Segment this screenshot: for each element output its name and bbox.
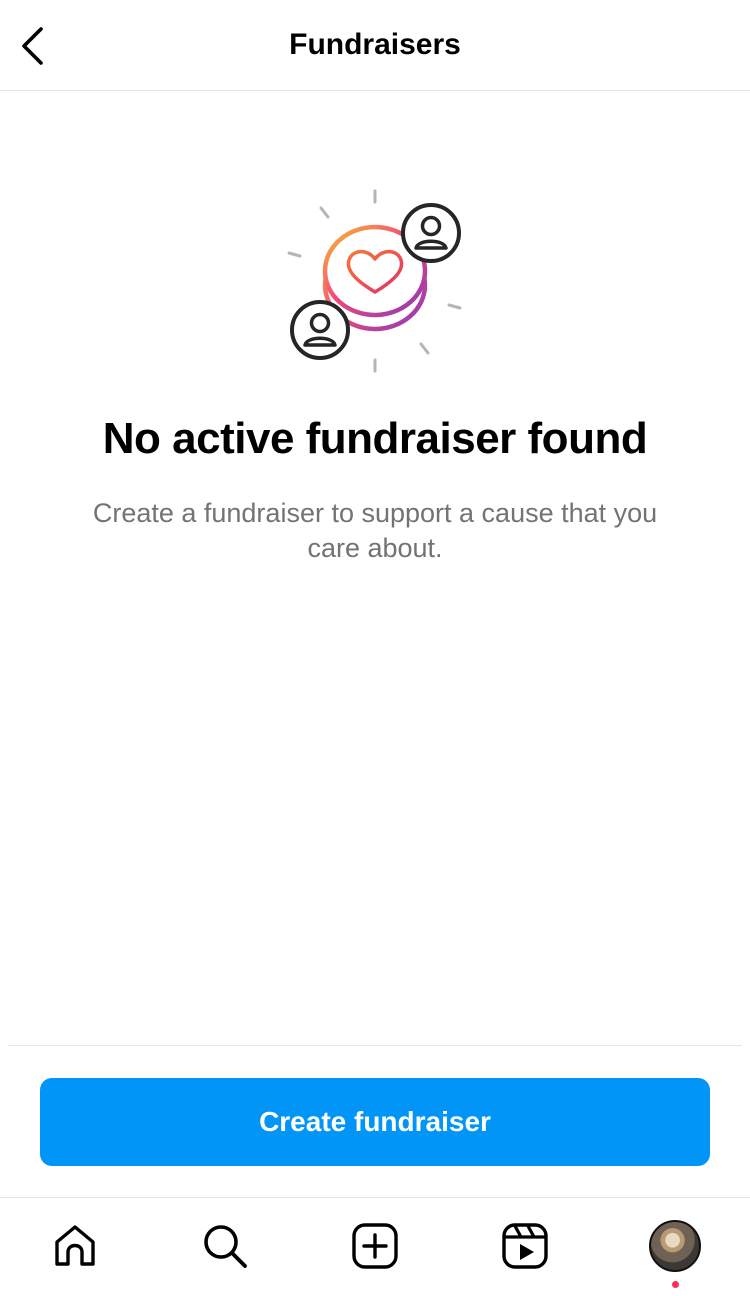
top-nav-bar: Fundraisers — [0, 0, 750, 91]
tab-home[interactable] — [47, 1218, 103, 1274]
bottom-tab-bar — [0, 1197, 750, 1296]
empty-state-title: No active fundraiser found — [102, 414, 648, 463]
notification-dot — [672, 1281, 679, 1288]
home-icon — [55, 1225, 95, 1266]
tab-search[interactable] — [197, 1218, 253, 1274]
reels-icon — [502, 1223, 548, 1269]
fundraiser-illustration — [287, 189, 462, 373]
person-icon — [401, 203, 461, 263]
search-icon — [204, 1225, 247, 1268]
avatar — [649, 1220, 701, 1272]
fundraisers-screen: Fundraisers No active fundraiser found C… — [0, 0, 750, 1296]
person-icon — [290, 300, 350, 360]
tab-profile[interactable] — [647, 1218, 703, 1274]
divider — [8, 1045, 742, 1046]
page-title: Fundraisers — [289, 28, 461, 61]
empty-state-description: Create a fundraiser to support a cause t… — [92, 498, 658, 563]
tab-reels[interactable] — [497, 1218, 553, 1274]
create-fundraiser-button[interactable]: Create fundraiser — [40, 1078, 710, 1166]
tab-create[interactable] — [347, 1218, 403, 1274]
plus-square-icon — [352, 1223, 398, 1269]
